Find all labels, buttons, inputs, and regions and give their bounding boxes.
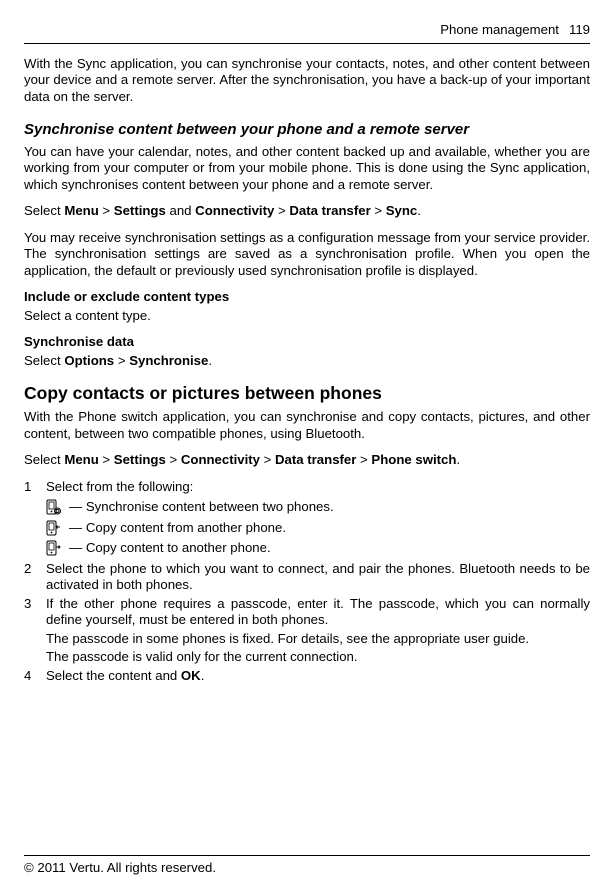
heading-include-exclude: Include or exclude content types bbox=[24, 289, 590, 306]
option-sync-both: — Synchronise content between two phones… bbox=[46, 499, 590, 516]
sync-path: Select Menu > Settings and Connectivity … bbox=[24, 203, 590, 220]
option-text: — Copy content from another phone. bbox=[69, 520, 286, 537]
copy-path: Select Menu > Settings > Connectivity > … bbox=[24, 452, 590, 469]
sync-p2: You may receive synchronisation settings… bbox=[24, 230, 590, 280]
include-exclude-body: Select a content type. bbox=[24, 308, 590, 325]
step-3: 3 If the other phone requires a passcode… bbox=[24, 596, 590, 629]
step-number: 4 bbox=[24, 668, 46, 685]
phone-arrow-in-icon bbox=[46, 520, 61, 536]
menu-step: Phone switch bbox=[371, 452, 456, 467]
menu-step: Synchronise bbox=[129, 353, 208, 368]
heading-sync-data: Synchronise data bbox=[24, 334, 590, 351]
sep: > bbox=[371, 203, 386, 218]
text: and bbox=[166, 203, 195, 218]
step-1: 1 Select from the following: bbox=[24, 479, 590, 496]
text: Select bbox=[24, 452, 64, 467]
sync-p1: You can have your calendar, notes, and o… bbox=[24, 144, 590, 194]
heading-copy: Copy contacts or pictures between phones bbox=[24, 383, 590, 405]
step-text: Select the content and OK. bbox=[46, 668, 590, 685]
page-header: Phone management 119 bbox=[24, 22, 590, 44]
sep: > bbox=[356, 452, 371, 467]
text: Select bbox=[24, 353, 64, 368]
phone-arrow-out-icon bbox=[46, 540, 61, 556]
step-2: 2 Select the phone to which you want to … bbox=[24, 561, 590, 594]
text: Select the content and bbox=[46, 668, 181, 683]
menu-step: Settings bbox=[114, 203, 166, 218]
step-3-note-b: The passcode is valid only for the curre… bbox=[46, 649, 590, 666]
phone-sync-icon bbox=[46, 499, 61, 515]
option-copy-from: — Copy content from another phone. bbox=[46, 520, 590, 537]
option-copy-to: — Copy content to another phone. bbox=[46, 540, 590, 557]
step-number: 1 bbox=[24, 479, 46, 496]
text: . bbox=[201, 668, 205, 683]
step-number: 3 bbox=[24, 596, 46, 629]
menu-step: Sync bbox=[386, 203, 418, 218]
sep: > bbox=[99, 203, 114, 218]
option-text: — Copy content to another phone. bbox=[69, 540, 271, 557]
document-page: Phone management 119 With the Sync appli… bbox=[0, 0, 614, 892]
menu-step: Settings bbox=[114, 452, 166, 467]
menu-step: Data transfer bbox=[289, 203, 370, 218]
ok-label: OK bbox=[181, 668, 201, 683]
header-page-number: 119 bbox=[569, 22, 590, 39]
header-section: Phone management bbox=[440, 22, 559, 39]
menu-step: Connectivity bbox=[181, 452, 260, 467]
step-number: 2 bbox=[24, 561, 46, 594]
text: Select bbox=[24, 203, 64, 218]
sync-data-body: Select Options > Synchronise. bbox=[24, 353, 590, 370]
sep: > bbox=[114, 353, 129, 368]
menu-step: Data transfer bbox=[275, 452, 356, 467]
menu-step: Connectivity bbox=[195, 203, 274, 218]
sep: > bbox=[166, 452, 181, 467]
step-text: If the other phone requires a passcode, … bbox=[46, 596, 590, 629]
page-footer: © 2011 Vertu. All rights reserved. bbox=[24, 855, 590, 877]
sep: > bbox=[99, 452, 114, 467]
intro-paragraph: With the Sync application, you can synch… bbox=[24, 56, 590, 106]
step-text: Select the phone to which you want to co… bbox=[46, 561, 590, 594]
menu-step: Options bbox=[64, 353, 114, 368]
menu-step: Menu bbox=[64, 203, 98, 218]
menu-step: Menu bbox=[64, 452, 98, 467]
option-text: — Synchronise content between two phones… bbox=[69, 499, 334, 516]
heading-sync: Synchronise content between your phone a… bbox=[24, 121, 590, 140]
sep: > bbox=[260, 452, 275, 467]
step-3-note-a: The passcode in some phones is fixed. Fo… bbox=[46, 631, 590, 648]
copy-p1: With the Phone switch application, you c… bbox=[24, 409, 590, 442]
step-4: 4 Select the content and OK. bbox=[24, 668, 590, 685]
sep: > bbox=[274, 203, 289, 218]
step-text: Select from the following: bbox=[46, 479, 590, 496]
ordered-steps: 1 Select from the following: — Synchroni… bbox=[24, 479, 590, 685]
